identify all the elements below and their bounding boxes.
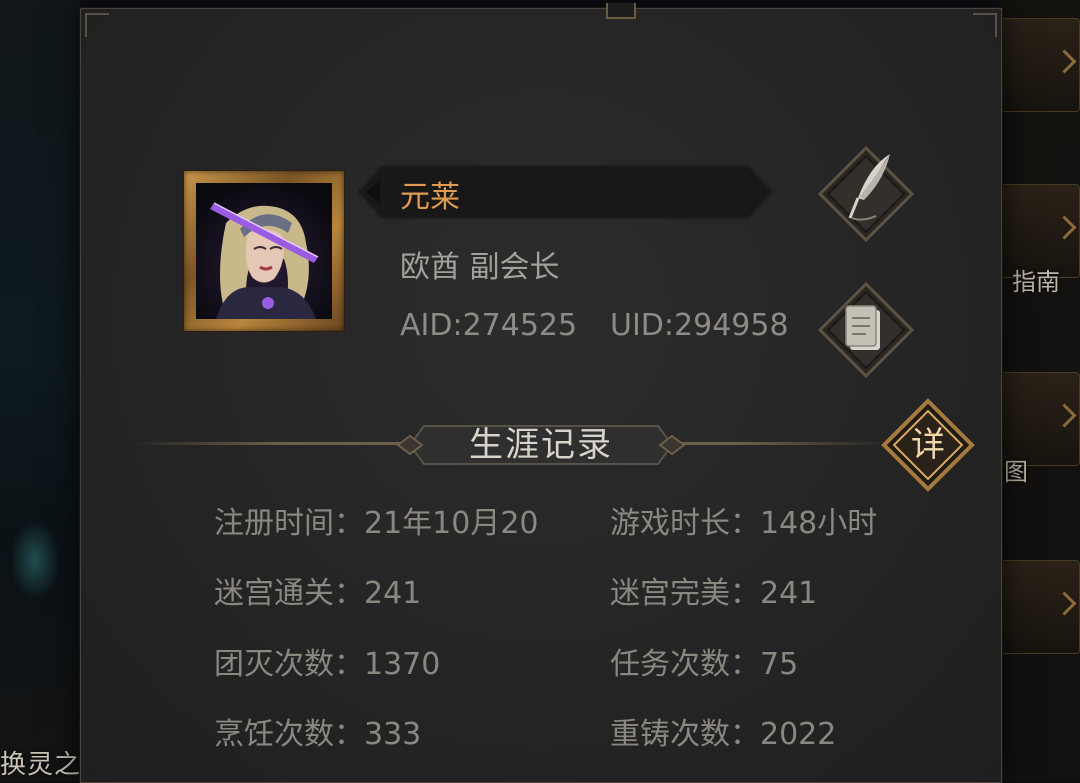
stat-value: 333	[364, 717, 422, 752]
background-left	[0, 0, 80, 781]
side-menu-button-4[interactable]	[1000, 560, 1080, 654]
stat-team-wipe: 团灭次数：1370	[214, 639, 440, 683]
background-left-caption: 换灵之	[0, 750, 82, 780]
stat-label: 迷宫通关：	[214, 576, 364, 611]
stat-quest-count: 任务次数：75	[610, 639, 798, 683]
edit-button[interactable]	[818, 146, 914, 242]
stat-cooking-count: 烹饪次数：333	[214, 709, 421, 753]
stat-value: 148小时	[760, 506, 878, 541]
panel-corner-ornament	[973, 13, 997, 37]
stat-reforge-count: 重铸次数：2022	[610, 709, 836, 753]
stat-label: 重铸次数：	[610, 717, 760, 752]
stat-label: 团灭次数：	[214, 647, 364, 682]
detail-label: 详	[911, 425, 945, 465]
copy-id-button[interactable]	[818, 282, 914, 378]
scroll-icon	[845, 305, 880, 350]
panel-corner-ornament	[85, 13, 109, 37]
stat-value: 21年10月20	[364, 506, 539, 541]
stat-maze-clear: 迷宫通关：241	[214, 568, 421, 612]
stat-label: 任务次数：	[610, 647, 760, 682]
user-id: UID:294958	[610, 308, 789, 343]
stat-label: 烹饪次数：	[214, 717, 364, 752]
detail-button[interactable]: 详	[880, 397, 976, 493]
guild-role: 欧酋 副会长	[400, 250, 560, 285]
stat-value: 1370	[364, 647, 441, 682]
stat-label: 游戏时长：	[610, 506, 760, 541]
side-caption-map: 图	[1004, 458, 1028, 486]
side-menu-button-1[interactable]	[1000, 18, 1080, 112]
avatar-frame[interactable]	[184, 171, 344, 331]
avatar	[196, 183, 332, 319]
stat-value: 241	[760, 576, 818, 611]
account-id: AID:274525	[400, 308, 578, 343]
stat-value: 241	[364, 576, 422, 611]
background-glow	[10, 520, 60, 600]
stat-maze-perfect: 迷宫完美：241	[610, 568, 817, 612]
section-title: 生涯记录	[469, 425, 613, 465]
background-right	[1000, 0, 1080, 781]
avatar-portrait-icon	[196, 183, 332, 319]
stat-label: 迷宫完美：	[610, 576, 760, 611]
player-name: 元莱	[400, 180, 460, 215]
stat-play-time: 游戏时长：148小时	[610, 498, 877, 542]
side-caption-guide: 指南	[1012, 268, 1060, 296]
stat-register-time: 注册时间：21年10月20	[214, 498, 539, 542]
panel-top-ornament	[606, 3, 636, 19]
stat-value: 2022	[760, 717, 837, 752]
stat-value: 75	[760, 647, 799, 682]
stat-label: 注册时间：	[214, 506, 364, 541]
